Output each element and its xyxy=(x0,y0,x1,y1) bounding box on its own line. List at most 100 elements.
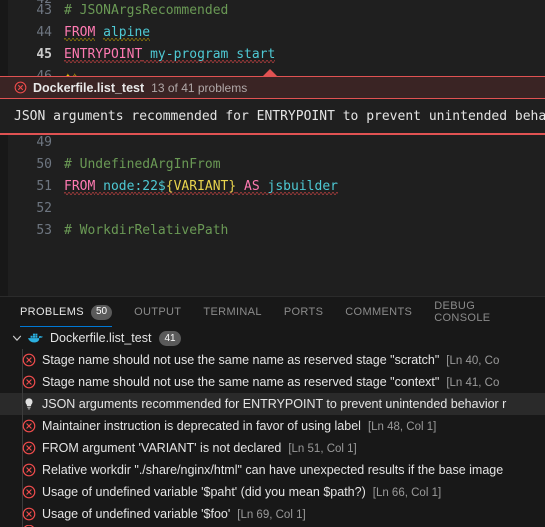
panel-tab-label: TERMINAL xyxy=(203,306,262,318)
line-number: 52 xyxy=(36,201,52,216)
lightbulb-hint-icon xyxy=(25,398,33,410)
code-token: FROM xyxy=(64,25,96,40)
problem-message: Usage of undefined variable '$paht' (did… xyxy=(42,485,366,499)
problem-row-content: Stage name should not use the same name … xyxy=(42,373,499,391)
problem-row[interactable]: Usage of undefined variable '$paht' (did… xyxy=(0,481,545,503)
code-line[interactable]: 49 xyxy=(0,132,545,154)
problem-message: Stage name should not use the same name … xyxy=(42,353,440,367)
problem-row-content: Maintainer instruction is deprecated in … xyxy=(42,417,436,435)
problem-row-content: FROM argument 'VARIANT' is not declared [… xyxy=(42,439,357,457)
code-token: node xyxy=(103,179,135,194)
problem-message: Usage of undefined variable '$foo' xyxy=(42,507,231,521)
code-line[interactable]: 51 FROM node:22${VARIANT} AS jsbuilder xyxy=(0,176,545,198)
problem-message: Relative workdir "./share/nginx/html" ca… xyxy=(42,463,504,477)
problem-row-content: Usage of undefined variable '$foo' [Ln 69… xyxy=(42,505,306,523)
problem-row-content: Relative workdir "./share/nginx/html" ca… xyxy=(42,461,503,479)
code-token: # JSONArgsRecommended xyxy=(64,3,229,18)
error-circle-x-icon xyxy=(22,419,36,433)
problem-row[interactable]: Stage name should not use the same name … xyxy=(0,371,545,393)
line-number: 51 xyxy=(36,179,52,194)
problem-location: [Ln 66, Col 1] xyxy=(372,487,442,499)
inline-problem-peek-widget[interactable]: Dockerfile.list_test 13 of 41 problems J… xyxy=(0,69,545,135)
problems-file-name: Dockerfile.list_test xyxy=(50,331,152,345)
code-token: :22$ xyxy=(134,179,166,194)
code-line[interactable]: 44 FROM alpine xyxy=(0,22,545,44)
peek-file-title: Dockerfile.list_test xyxy=(33,80,145,95)
line-number: 43 xyxy=(36,3,52,18)
vscode-window: 4243# JSONArgsRecommended44FROM alpine45… xyxy=(0,0,545,527)
error-circle-x-icon xyxy=(22,375,36,389)
line-number: 49 xyxy=(36,135,52,150)
panel-tab-label: PORTS xyxy=(283,306,324,318)
peek-problem-counter: 13 of 41 problems xyxy=(151,80,248,95)
code-line[interactable]: 53 # WorkdirRelativePath xyxy=(0,220,545,242)
error-circle-x-icon xyxy=(22,441,36,455)
tab-terminal[interactable]: TERMINAL xyxy=(203,297,261,327)
code-editor[interactable]: 4243# JSONArgsRecommended44FROM alpine45… xyxy=(0,0,545,296)
code-text: FROM alpine xyxy=(64,22,151,44)
tab-debug-console[interactable]: DEBUG CONSOLE xyxy=(434,297,523,327)
code-text: # UndefinedArgInFrom xyxy=(64,154,221,176)
peek-header[interactable]: Dockerfile.list_test 13 of 41 problems xyxy=(0,76,545,99)
line-number: 44 xyxy=(36,25,52,40)
code-token: # UndefinedArgInFrom xyxy=(64,157,221,172)
problem-row-content: JSON arguments recommended for ENTRYPOIN… xyxy=(42,395,506,413)
problem-row[interactable]: JSON arguments recommended for ENTRYPOIN… xyxy=(0,393,545,415)
problems-file-group-header[interactable]: Dockerfile.list_test 41 xyxy=(0,327,545,349)
problem-row[interactable]: FROM argument 'VARIANT' is not declared [… xyxy=(0,437,545,459)
peek-body: JSON arguments recommended for ENTRYPOIN… xyxy=(0,99,545,135)
code-token: AS xyxy=(244,179,260,194)
code-token: # WorkdirRelativePath xyxy=(64,223,229,238)
panel-tab-bar[interactable]: PROBLEMS 50 OUTPUT TERMINAL PORTS COMMENTS DEB… xyxy=(0,297,545,327)
problems-list[interactable]: Stage name should not use the same name … xyxy=(0,349,545,527)
code-token xyxy=(236,179,245,195)
code-line[interactable]: 50 # UndefinedArgInFrom xyxy=(0,154,545,176)
code-token xyxy=(95,179,104,195)
tab-ports[interactable]: PORTS xyxy=(284,297,323,327)
tab-output[interactable]: OUTPUT xyxy=(134,297,181,327)
error-circle-x-icon xyxy=(22,463,36,477)
problem-location: [Ln 40, Co xyxy=(446,355,500,367)
problem-location: [Ln 51, Col 1] xyxy=(288,443,357,455)
code-token: jsbuilder xyxy=(267,179,338,194)
problem-message: JSON arguments recommended for ENTRYPOIN… xyxy=(42,397,507,411)
panel-tab-label: COMMENTS xyxy=(345,306,413,318)
problem-message: Stage name should not use the same name … xyxy=(42,375,440,389)
code-token: ENTRYPOINT xyxy=(64,47,143,62)
problem-row[interactable]: Usage of undefined variable '$foo' [Ln 69… xyxy=(0,503,545,525)
code-line[interactable]: 52 xyxy=(0,198,545,220)
chevron-down-icon[interactable] xyxy=(10,331,24,345)
panel-tab-label: PROBLEMS xyxy=(20,306,84,318)
problem-row[interactable]: Relative workdir "./share/nginx/html" ca… xyxy=(0,459,545,481)
problem-row[interactable]: Maintainer instruction is deprecated in … xyxy=(0,415,545,437)
code-text: # JSONArgsRecommended xyxy=(64,0,228,22)
problem-row-content: Stage name should not use the same name … xyxy=(42,351,499,369)
problem-location: [Ln 69, Col 1] xyxy=(237,509,306,521)
code-token: alpine xyxy=(103,25,151,40)
code-token: {VARIANT} xyxy=(165,179,237,194)
code-token xyxy=(259,179,268,195)
docker-whale-icon xyxy=(28,333,43,343)
problem-row[interactable]: Stage name should not use the same name … xyxy=(0,349,545,371)
panel-tab-label: OUTPUT xyxy=(134,306,182,318)
line-number: 45 xyxy=(36,47,52,62)
tab-comments[interactable]: COMMENTS xyxy=(345,297,412,327)
panel-tab-label: DEBUG CONSOLE xyxy=(434,300,491,324)
problem-location: [Ln 41, Co xyxy=(446,377,500,389)
error-circle-x-icon xyxy=(14,81,27,94)
problem-location: [Ln 48, Col 1] xyxy=(367,421,437,433)
code-line[interactable]: 45 ENTRYPOINT my-program start xyxy=(0,44,545,66)
code-token: my-program start xyxy=(150,47,276,62)
line-number: 53 xyxy=(36,223,52,238)
bottom-panel[interactable]: PROBLEMS 50 OUTPUT TERMINAL PORTS COMMENTS DEB… xyxy=(0,296,545,527)
code-text: FROM node:22${VARIANT} AS jsbuilder xyxy=(64,176,338,198)
code-line[interactable]: 43 # JSONArgsRecommended xyxy=(0,0,545,22)
code-token: FROM xyxy=(64,179,96,194)
problem-message: FROM argument 'VARIANT' is not declared xyxy=(42,441,282,455)
tab-problems[interactable]: PROBLEMS 50 xyxy=(20,297,113,327)
line-number: 50 xyxy=(36,157,52,172)
error-circle-x-icon xyxy=(22,507,36,521)
peek-message-text: JSON arguments recommended for ENTRYPOIN… xyxy=(14,108,545,124)
problem-row-content: Usage of undefined variable '$paht' (did… xyxy=(42,483,441,501)
